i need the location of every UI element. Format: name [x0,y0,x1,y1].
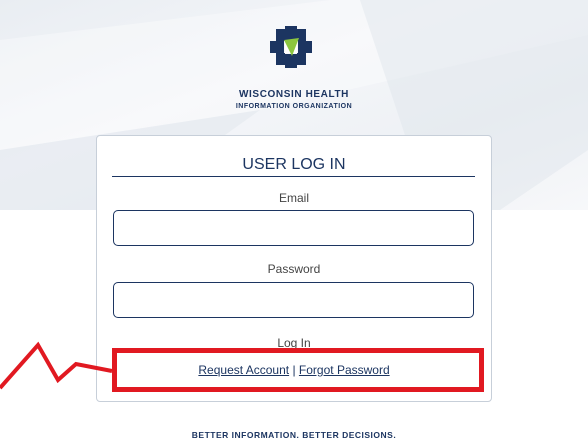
login-title: USER LOG IN [242,156,346,173]
annotation-highlight-box [112,348,484,392]
annotation-arrow-icon [0,341,113,390]
email-label: Email [278,191,309,205]
password-field[interactable] [113,282,474,318]
org-name: WISCONSIN HEALTH [239,89,349,100]
org-subtitle: INFORMATION ORGANIZATION [235,103,353,110]
password-label: Password [267,262,321,276]
email-field[interactable] [113,210,474,246]
title-divider [112,176,475,177]
footer-tagline: BETTER INFORMATION. BETTER DECISIONS. [191,430,397,440]
cross-puzzle-logo-icon [270,26,312,68]
